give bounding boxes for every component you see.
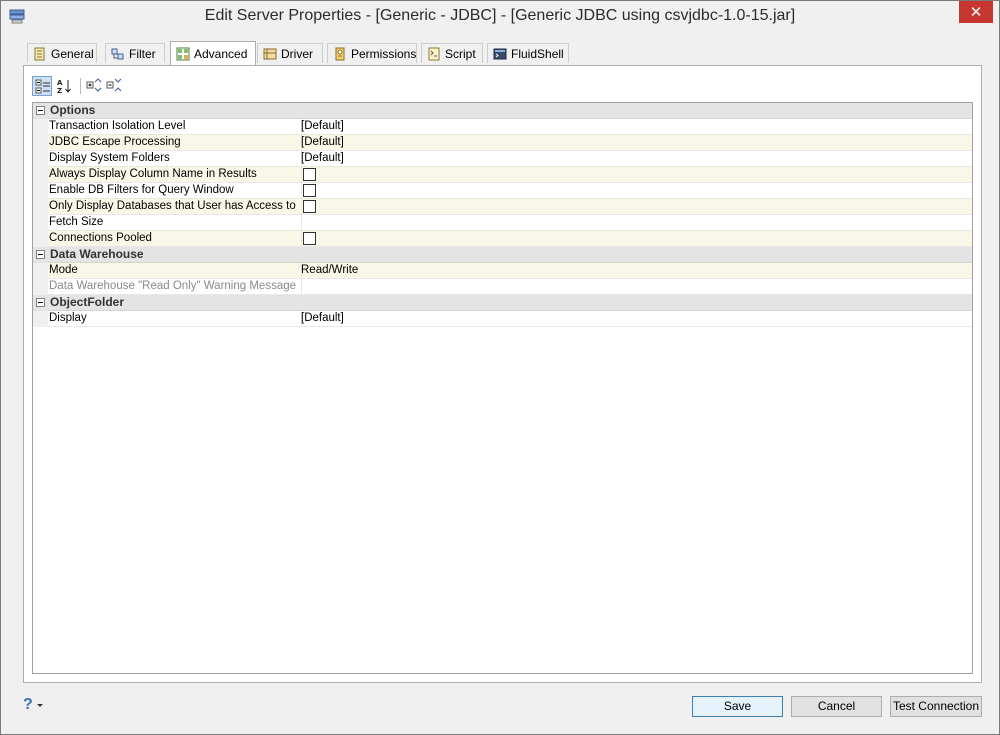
toolbar-separator	[80, 78, 81, 94]
row-gutter	[33, 199, 48, 215]
row-gutter	[33, 311, 48, 327]
general-icon	[34, 47, 45, 61]
category-label: Options	[50, 103, 96, 117]
help-icon: ?	[23, 696, 33, 713]
tab-permissions[interactable]: Permissions	[327, 43, 417, 63]
property-value[interactable]: [Default]	[301, 311, 344, 326]
property-value[interactable]: Read/Write	[301, 263, 358, 278]
tab-label: Permissions	[351, 47, 417, 61]
property-row[interactable]: Display System Folders [Default]	[33, 151, 972, 167]
property-name: Connections Pooled	[49, 231, 302, 246]
property-name: Data Warehouse "Read Only" Warning Messa…	[49, 279, 302, 294]
save-button[interactable]: Save	[692, 696, 783, 717]
row-gutter	[33, 263, 48, 279]
window-title: Edit Server Properties - [Generic - JDBC…	[204, 7, 796, 24]
tab-general[interactable]: General	[27, 43, 97, 63]
row-gutter	[33, 295, 48, 311]
advanced-icon	[176, 47, 190, 61]
category-options[interactable]: Options	[33, 103, 972, 119]
alphabetical-button[interactable]: AZ	[54, 76, 74, 96]
collapse-toggle-icon[interactable]	[36, 298, 45, 307]
tab-label: Filter	[129, 47, 156, 61]
collapse-all-button[interactable]	[104, 76, 124, 96]
tab-fluidshell[interactable]: FluidShell	[487, 43, 569, 63]
property-row[interactable]: Display [Default]	[33, 311, 972, 327]
categorized-icon	[35, 79, 50, 94]
tab-label: Driver	[281, 47, 313, 61]
test-connection-button[interactable]: Test Connection	[890, 696, 982, 717]
row-gutter	[33, 231, 48, 247]
category-data-warehouse[interactable]: Data Warehouse	[33, 247, 972, 263]
row-gutter	[33, 247, 48, 263]
row-gutter	[33, 151, 48, 167]
property-row[interactable]: Fetch Size	[33, 215, 972, 231]
help-button[interactable]: ?	[23, 696, 49, 716]
property-value[interactable]: [Default]	[301, 151, 344, 166]
property-name: Display	[49, 311, 302, 326]
property-name: Mode	[49, 263, 302, 278]
property-grid: Options Transaction Isolation Level [Def…	[32, 102, 973, 674]
property-row[interactable]: Always Display Column Name in Results	[33, 167, 972, 183]
expand-all-button[interactable]	[84, 76, 104, 96]
collapse-toggle-icon[interactable]	[36, 250, 45, 259]
tab-script[interactable]: Script	[421, 43, 483, 63]
close-button[interactable]: ✕	[959, 1, 993, 23]
category-objectfolder[interactable]: ObjectFolder	[33, 295, 972, 311]
svg-text:Z: Z	[57, 87, 62, 94]
dropdown-arrow-icon	[37, 704, 43, 707]
row-gutter	[33, 279, 48, 295]
property-row[interactable]: Mode Read/Write	[33, 263, 972, 279]
property-value[interactable]: [Default]	[301, 119, 344, 134]
collapse-all-icon	[106, 78, 122, 92]
row-gutter	[33, 167, 48, 183]
svg-text:A: A	[57, 79, 63, 87]
row-gutter	[33, 215, 48, 231]
property-name: Transaction Isolation Level	[49, 119, 302, 134]
property-row[interactable]: Transaction Isolation Level [Default]	[33, 119, 972, 135]
property-row: Data Warehouse "Read Only" Warning Messa…	[33, 279, 972, 295]
property-row[interactable]: Connections Pooled	[33, 231, 972, 247]
cancel-button[interactable]: Cancel	[791, 696, 882, 717]
property-value[interactable]: [Default]	[301, 135, 344, 150]
row-gutter	[33, 103, 48, 119]
expand-all-icon	[86, 78, 102, 92]
permissions-icon	[335, 47, 345, 61]
property-name: Fetch Size	[49, 215, 302, 230]
categorized-button[interactable]	[32, 76, 52, 96]
property-name: Always Display Column Name in Results	[49, 167, 302, 182]
property-name: Enable DB Filters for Query Window	[49, 183, 302, 198]
tab-label: FluidShell	[511, 47, 564, 61]
row-gutter	[33, 135, 48, 151]
category-label: Data Warehouse	[50, 247, 144, 261]
driver-icon	[263, 48, 277, 60]
advanced-tab-panel: AZ Options Transaction Isolation Level […	[23, 65, 982, 683]
script-icon	[428, 47, 440, 61]
dialog-window: Edit Server Properties - [Generic - JDBC…	[0, 0, 1000, 735]
property-name: JDBC Escape Processing	[49, 135, 302, 150]
fluidshell-icon	[493, 48, 507, 60]
property-name: Display System Folders	[49, 151, 302, 166]
filter-icon	[111, 48, 124, 60]
title-bar[interactable]: Edit Server Properties - [Generic - JDBC…	[1, 1, 999, 31]
property-row[interactable]: Only Display Databases that User has Acc…	[33, 199, 972, 215]
tab-advanced[interactable]: Advanced	[170, 41, 256, 65]
connections-pooled-checkbox[interactable]	[303, 232, 316, 245]
tab-label: Advanced	[194, 47, 248, 61]
row-gutter	[33, 183, 48, 199]
row-gutter	[33, 119, 48, 135]
tab-label: Script	[445, 47, 476, 61]
property-name: Only Display Databases that User has Acc…	[49, 199, 302, 214]
enable-db-filters-checkbox[interactable]	[303, 184, 316, 197]
tab-driver[interactable]: Driver	[257, 43, 323, 63]
tab-label: General	[51, 47, 94, 61]
property-row[interactable]: JDBC Escape Processing [Default]	[33, 135, 972, 151]
property-row[interactable]: Enable DB Filters for Query Window	[33, 183, 972, 199]
collapse-toggle-icon[interactable]	[36, 106, 45, 115]
tab-filter[interactable]: Filter	[105, 43, 165, 63]
category-label: ObjectFolder	[50, 295, 125, 309]
only-display-databases-checkbox[interactable]	[303, 200, 316, 213]
alphabetical-icon: AZ	[57, 79, 71, 94]
always-display-column-name-checkbox[interactable]	[303, 168, 316, 181]
